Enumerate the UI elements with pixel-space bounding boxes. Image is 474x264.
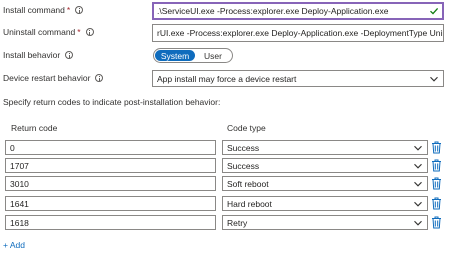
device-restart-row: Device restart behavior App install may … <box>0 70 474 87</box>
install-command-input[interactable]: .\ServiceUI.exe -Process:explorer.exe De… <box>152 2 444 20</box>
table-row: 1707 Success <box>0 157 474 174</box>
code-type-select[interactable]: Soft reboot <box>222 176 428 191</box>
chevron-down-icon <box>414 145 422 151</box>
chevron-down-icon <box>414 201 422 207</box>
device-restart-select[interactable]: App install may force a device restart <box>152 70 444 87</box>
code-type-select[interactable]: Success <box>222 158 428 173</box>
return-codes-intro: Specify return codes to indicate post-in… <box>3 97 221 107</box>
info-icon[interactable] <box>85 28 94 36</box>
uninstall-command-input[interactable]: rUI.exe -Process:explorer.exe Deploy-App… <box>152 24 444 42</box>
install-behavior-label: Install behavior <box>3 50 74 60</box>
delete-icon[interactable] <box>431 159 442 172</box>
return-code-column-header: Return code <box>11 123 58 133</box>
table-row: 3010 Soft reboot <box>0 175 474 192</box>
code-type-select[interactable]: Success <box>222 140 428 155</box>
delete-icon[interactable] <box>431 216 442 229</box>
chevron-down-icon <box>414 220 422 226</box>
device-restart-label: Device restart behavior <box>3 73 104 83</box>
uninstall-command-row: Uninstall command * rUI.exe -Process:exp… <box>0 24 474 42</box>
install-behavior-option-system[interactable]: System <box>155 50 195 61</box>
chevron-down-icon <box>414 163 422 169</box>
delete-icon[interactable] <box>431 141 442 154</box>
install-behavior-row: Install behavior System User <box>0 48 474 64</box>
install-command-row: Install command * .\ServiceUI.exe -Proce… <box>0 2 474 20</box>
return-code-input[interactable]: 1641 <box>5 196 216 211</box>
table-row: 1641 Hard reboot <box>0 195 474 212</box>
chevron-down-icon <box>430 76 438 82</box>
uninstall-command-label: Uninstall command * <box>3 27 94 37</box>
code-type-select[interactable]: Retry <box>222 215 428 230</box>
return-code-input[interactable]: 3010 <box>5 176 216 191</box>
install-behavior-option-user[interactable]: User <box>195 50 231 61</box>
return-code-input[interactable]: 0 <box>5 140 216 155</box>
chevron-down-icon <box>414 181 422 187</box>
table-row: 0 Success <box>0 139 474 156</box>
install-behavior-toggle[interactable]: System User <box>153 48 233 63</box>
install-command-label: Install command * <box>3 5 84 15</box>
return-code-input[interactable]: 1707 <box>5 158 216 173</box>
delete-icon[interactable] <box>431 177 442 190</box>
table-row: 1618 Retry <box>0 214 474 231</box>
info-icon[interactable] <box>65 51 74 59</box>
add-return-code-button[interactable]: + Add <box>3 240 25 250</box>
valid-check-icon <box>430 7 439 15</box>
info-icon[interactable] <box>75 6 84 14</box>
return-code-input[interactable]: 1618 <box>5 215 216 230</box>
code-type-select[interactable]: Hard reboot <box>222 196 428 211</box>
delete-icon[interactable] <box>431 197 442 210</box>
code-type-column-header: Code type <box>227 123 266 133</box>
info-icon[interactable] <box>95 74 104 82</box>
